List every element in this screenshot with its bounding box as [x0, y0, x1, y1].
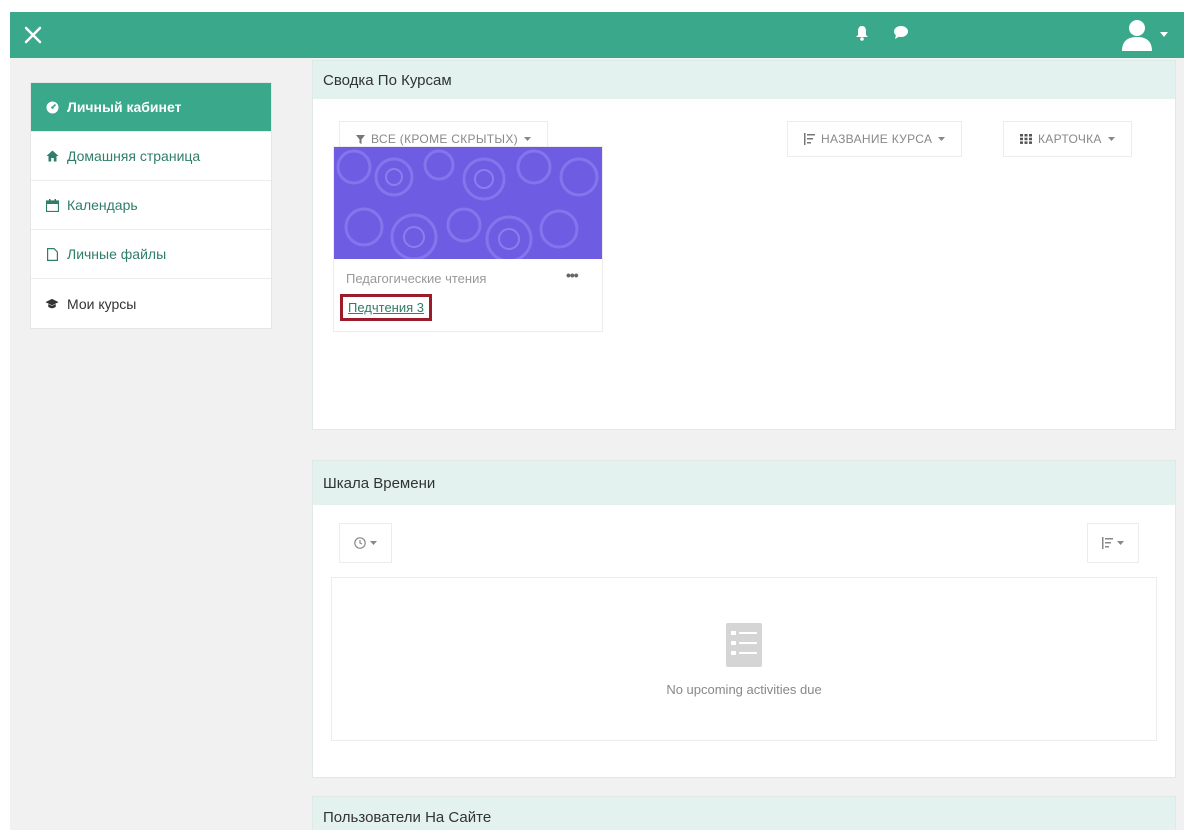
close-drawer-button[interactable] — [10, 12, 56, 58]
sort-icon — [804, 133, 815, 145]
sidebar-item-label: Домашняя страница — [67, 148, 201, 164]
user-icon — [1122, 20, 1152, 51]
sidebar-item-label: Мои курсы — [67, 295, 137, 312]
course-overview-block: Сводка По Курсам ВСЕ (КРОМЕ СКРЫТЫХ) НАЗ… — [312, 60, 1176, 430]
navbar — [10, 12, 1184, 58]
close-icon — [24, 26, 42, 44]
caret-down-icon — [1107, 136, 1115, 141]
course-actions-menu[interactable]: ••• — [566, 267, 579, 283]
sidebar-item-label: Календарь — [67, 197, 138, 213]
grid-icon — [1020, 134, 1032, 144]
course-view-dropdown[interactable]: КАРТОЧКА — [1003, 121, 1132, 157]
course-name-link[interactable]: Педчтения 3 — [340, 294, 433, 321]
sidebar-item-private-files[interactable]: Личные файлы — [31, 230, 271, 279]
online-users-block: Пользователи На Сайте — [312, 796, 1176, 830]
sidebar-item-label: Личные файлы — [67, 246, 167, 262]
caret-down-icon — [938, 136, 946, 141]
caret-down-icon — [1117, 540, 1124, 545]
caret-down-icon — [523, 136, 531, 141]
sidebar-item-dashboard[interactable]: Личный кабинет — [31, 83, 271, 132]
view-label: КАРТОЧКА — [1038, 132, 1102, 146]
graduation-cap-icon — [45, 297, 59, 311]
messages-button[interactable] — [893, 25, 909, 46]
course-card: Педагогические чтения ••• Педчтения 3 — [333, 146, 603, 332]
bell-icon — [856, 26, 868, 41]
timeline-empty-state: No upcoming activities due — [331, 577, 1157, 741]
sort-label: НАЗВАНИЕ КУРСА — [821, 132, 933, 146]
calendar-icon — [45, 198, 59, 212]
clock-icon — [354, 537, 366, 549]
sidebar-item-my-courses[interactable]: Мои курсы — [31, 279, 271, 328]
caret-down-icon — [370, 540, 377, 545]
empty-message: No upcoming activities due — [666, 681, 822, 697]
sidebar-item-label: Личный кабинет — [67, 99, 182, 115]
sort-icon — [1102, 537, 1113, 549]
caret-down-icon — [1160, 32, 1168, 37]
user-menu[interactable] — [1120, 18, 1168, 52]
chat-icon — [894, 26, 908, 39]
dashboard-icon — [45, 100, 59, 114]
timeline-filter-dropdown[interactable] — [339, 523, 392, 563]
file-icon — [45, 247, 59, 261]
notifications-button[interactable] — [855, 25, 869, 46]
sidebar-item-home[interactable]: Домашняя страница — [31, 132, 271, 181]
empty-list-icon — [726, 622, 762, 667]
nav-drawer: Личный кабинет Домашняя страница Календа… — [30, 82, 272, 329]
block-title: Сводка По Курсам — [313, 61, 1175, 99]
block-title: Шкала Времени — [313, 461, 1175, 505]
home-icon — [45, 149, 59, 163]
block-title: Пользователи На Сайте — [313, 797, 1175, 830]
course-category: Педагогические чтения — [346, 271, 487, 286]
sidebar-item-calendar[interactable]: Календарь — [31, 181, 271, 230]
timeline-sort-dropdown[interactable] — [1087, 523, 1139, 563]
course-image[interactable] — [334, 147, 602, 259]
filter-icon — [356, 134, 365, 144]
course-sort-dropdown[interactable]: НАЗВАНИЕ КУРСА — [787, 121, 963, 157]
timeline-block: Шкала Времени No upcoming activities due — [312, 460, 1176, 778]
filter-label: ВСЕ (КРОМЕ СКРЫТЫХ) — [371, 132, 518, 146]
